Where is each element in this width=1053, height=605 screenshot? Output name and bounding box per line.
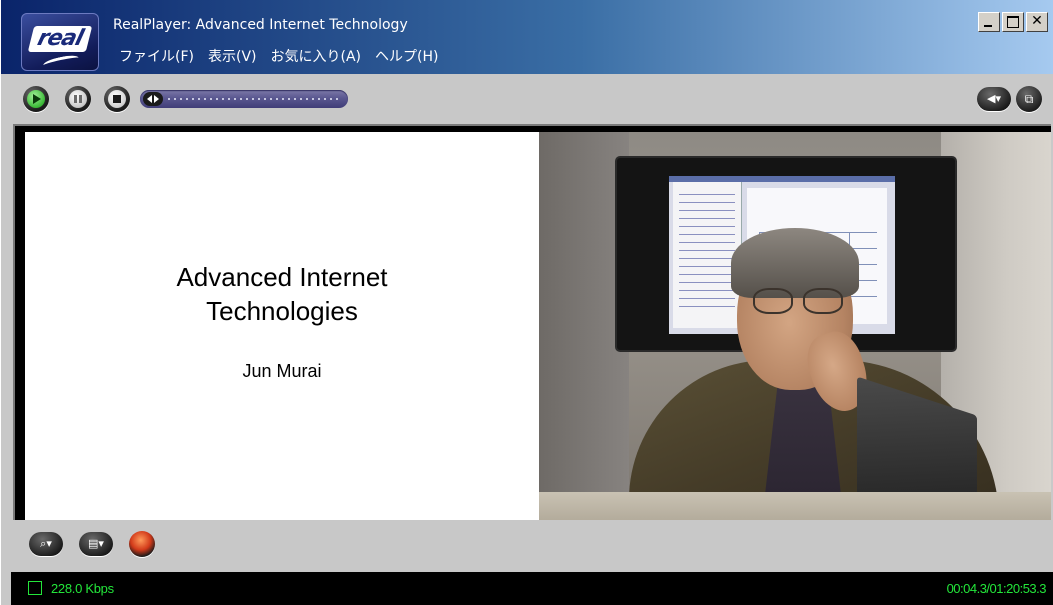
stop-icon [108,90,126,108]
volume-icon: ◀▾ [987,92,1001,105]
bitrate-readout: 228.0 Kbps [51,581,114,596]
time-readout: 00:04.3/01:20:53.3 [946,581,1047,596]
status-indicator-icon [28,581,42,595]
stop-button[interactable] [104,86,130,112]
status-bar: 228.0 Kbps 00:04.3/01:20:53.3 [11,572,1053,605]
presentation-slide: Advanced Internet Technologies Jun Murai [25,132,539,520]
maximize-button[interactable] [1002,12,1024,32]
zoom-icon: ⌕▾ [40,537,52,550]
zoom-button[interactable]: ⌕▾ [29,532,63,556]
real-network-button[interactable] [129,531,155,557]
video-background-left [539,132,629,520]
video-options-icon: ▤▾ [88,537,104,550]
slide-title-line1: Advanced Internet [176,262,388,292]
monitor-outline-lines [679,194,735,314]
pause-button[interactable] [65,86,91,112]
compact-mode-icon: ⧉ [1024,92,1034,106]
menu-file[interactable]: ファイル(F) [119,46,194,68]
desk [539,492,1051,520]
slide-author: Jun Murai [242,361,322,381]
menu-bar: ファイル(F) 表示(V) お気に入り(A) ヘルプ(H) [119,46,438,68]
lecturer-glasses [753,288,845,314]
window-controls: ✕ [978,12,1048,32]
video-options-button[interactable]: ▤▾ [79,532,113,556]
content-area: Advanced Internet Technologies Jun Murai [13,124,1051,520]
realplayer-window: real RealPlayer: Advanced Internet Techn… [0,0,1053,605]
real-logo[interactable]: real [21,13,99,71]
volume-button[interactable]: ◀▾ [977,87,1011,111]
seek-slider[interactable] [140,90,348,108]
real-logo-swoosh [42,53,80,70]
menu-view[interactable]: 表示(V) [208,46,257,68]
slide-title-line2: Technologies [206,296,358,326]
pause-icon [69,90,87,108]
window-border [1,124,13,520]
transport-controls: ◀▾ ⧉ [1,74,1053,124]
real-logo-text: real [27,26,93,52]
video-panel[interactable] [539,132,1051,520]
seek-thumb[interactable] [143,92,163,106]
window-title: RealPlayer: Advanced Internet Technology [113,17,408,33]
seek-track [166,98,338,100]
menu-favorites[interactable]: お気に入り(A) [271,46,362,68]
title-bar[interactable]: real RealPlayer: Advanced Internet Techn… [1,0,1053,74]
menu-help[interactable]: ヘルプ(H) [375,46,438,68]
play-button[interactable] [23,86,49,112]
play-icon [27,90,45,108]
status-area: 228.0 Kbps 00:04.3/01:20:53.3 [1,568,1053,605]
bottom-toolbar: ⌕▾ ▤▾ [1,520,1053,568]
close-button[interactable]: ✕ [1026,12,1048,32]
compact-mode-button[interactable]: ⧉ [1016,86,1042,112]
slide-title: Advanced Internet Technologies [25,260,539,328]
minimize-button[interactable] [978,12,1000,32]
